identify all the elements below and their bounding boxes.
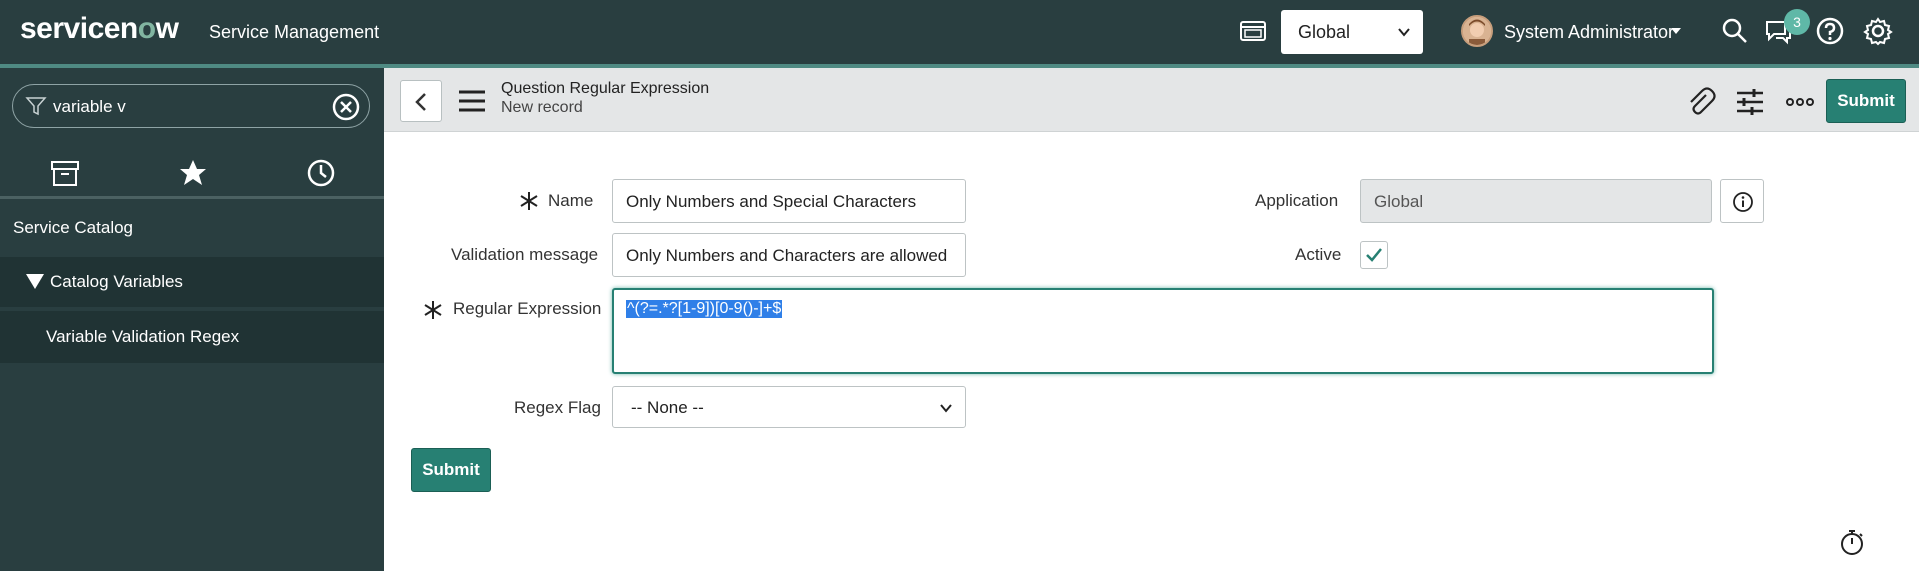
form-header: Question Regular Expression New record S…	[384, 68, 1919, 132]
active-checkbox[interactable]	[1360, 241, 1388, 269]
tabs-divider	[0, 196, 384, 199]
app-title: Service Management	[209, 22, 380, 42]
user-name[interactable]: System Administrator	[1504, 22, 1674, 43]
logo-text-part: w	[155, 12, 179, 45]
name-field-value: Only Numbers and Special Characters	[626, 192, 917, 211]
chevron-down-icon	[1398, 28, 1410, 37]
sidebar: variable v Service Catalog Catalog Varia…	[0, 68, 384, 571]
back-button[interactable]	[400, 80, 442, 122]
sliders-icon[interactable]	[1734, 86, 1766, 118]
validation-message-value: Only Numbers and Characters are allowed	[626, 246, 948, 265]
expand-triangle-icon[interactable]	[26, 274, 44, 289]
nav-section-service-catalog[interactable]: Service Catalog	[0, 205, 384, 253]
info-icon	[1733, 192, 1753, 212]
caret-down-icon[interactable]	[1671, 28, 1681, 34]
required-asterisk-icon	[424, 301, 442, 319]
stopwatch-icon[interactable]	[1838, 528, 1866, 556]
filter-input[interactable]: variable v	[53, 97, 126, 117]
required-asterisk-icon	[520, 192, 538, 210]
sidebar-tabs	[0, 144, 384, 200]
nav-group-catalog-variables[interactable]: Catalog Variables	[0, 257, 384, 307]
regular-expression-label: Regular Expression	[453, 299, 602, 318]
checkmark-icon	[1366, 248, 1382, 262]
nav-item-variable-validation-regex[interactable]: Variable Validation Regex	[0, 311, 384, 363]
chevron-down-icon	[940, 404, 952, 413]
form-title: Question Regular Expression	[501, 80, 710, 97]
validation-message-field[interactable]: Only Numbers and Characters are allowed	[612, 233, 966, 277]
submit-button-top[interactable]: Submit	[1826, 79, 1906, 123]
tab-favorites[interactable]	[128, 144, 256, 200]
paperclip-icon[interactable]	[1684, 86, 1716, 118]
avatar[interactable]	[1461, 15, 1493, 47]
notification-badge: 3	[1784, 9, 1810, 35]
nav-group-label: Catalog Variables	[50, 272, 183, 291]
name-field[interactable]: Only Numbers and Special Characters	[612, 179, 966, 223]
info-button[interactable]	[1720, 179, 1764, 223]
submit-button-bottom[interactable]: Submit	[411, 448, 491, 492]
active-label: Active	[1295, 245, 1342, 264]
regex-flag-label: Regex Flag	[514, 398, 601, 417]
regex-flag-select[interactable]: -- None --	[612, 386, 966, 428]
name-label: Name	[548, 191, 594, 210]
hamburger-icon[interactable]	[457, 88, 487, 114]
filter-icon	[25, 97, 47, 116]
more-icon[interactable]	[1784, 86, 1816, 118]
top-header: servicenow Service Management Global Sys…	[0, 0, 1919, 64]
scope-select[interactable]: Global	[1281, 10, 1423, 54]
regular-expression-field[interactable]: ^(?=.*?[1-9])[0-9()-]+$	[612, 288, 1714, 374]
help-icon[interactable]	[1815, 16, 1845, 46]
form-subtitle: New record	[501, 99, 583, 116]
logo-text-o: o	[137, 12, 156, 45]
scope-value: Global	[1298, 22, 1351, 42]
application-label: Application	[1255, 191, 1339, 210]
clear-icon[interactable]	[331, 92, 361, 122]
gear-icon[interactable]	[1863, 16, 1893, 46]
application-value: Global	[1374, 192, 1424, 211]
filter-navigator[interactable]: variable v	[12, 84, 370, 128]
window-icon[interactable]	[1239, 19, 1267, 43]
tab-history[interactable]	[256, 144, 384, 200]
application-field: Global	[1360, 179, 1712, 223]
nav-section-label: Service Catalog	[13, 218, 134, 237]
regular-expression-value: ^(?=.*?[1-9])[0-9()-]+$	[626, 300, 783, 318]
nav-item-label: Variable Validation Regex	[46, 327, 240, 346]
regex-flag-value: -- None --	[631, 398, 704, 417]
archive-icon	[51, 161, 79, 186]
servicenow-logo[interactable]: servicenow	[20, 12, 179, 46]
validation-message-label: Validation message	[451, 245, 599, 264]
search-icon[interactable]	[1720, 16, 1750, 46]
clock-icon	[307, 159, 335, 187]
star-icon	[180, 160, 206, 185]
tab-all-applications[interactable]	[0, 144, 128, 200]
logo-text-part: servicen	[20, 12, 138, 45]
chevron-left-icon	[415, 93, 426, 111]
